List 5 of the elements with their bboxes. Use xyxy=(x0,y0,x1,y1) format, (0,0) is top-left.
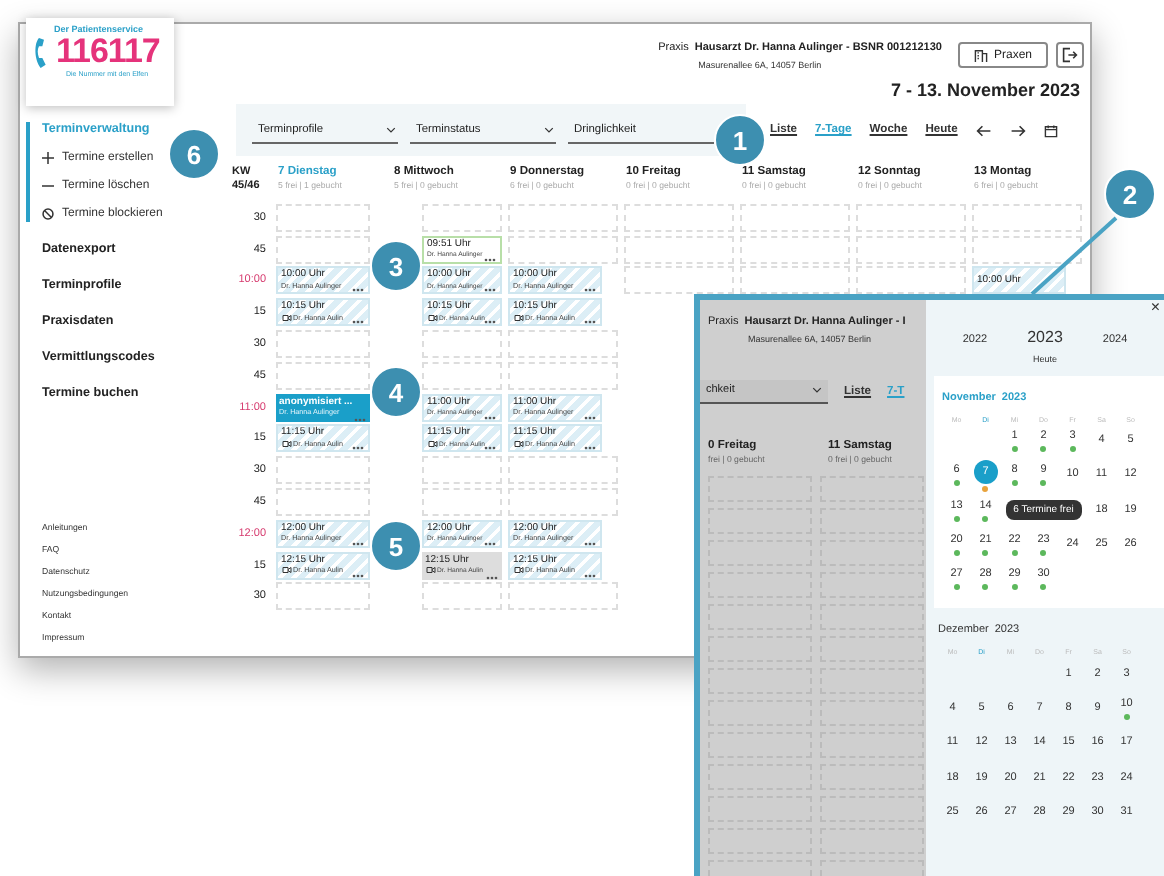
callout-marker: 2 xyxy=(1104,168,1156,220)
date-range-title: 7 - 13. November 2023 xyxy=(890,80,1080,100)
year-option[interactable]: 2023 xyxy=(1027,328,1063,346)
close-button[interactable]: × xyxy=(1150,298,1160,316)
logo-number: 116117 xyxy=(56,34,160,70)
